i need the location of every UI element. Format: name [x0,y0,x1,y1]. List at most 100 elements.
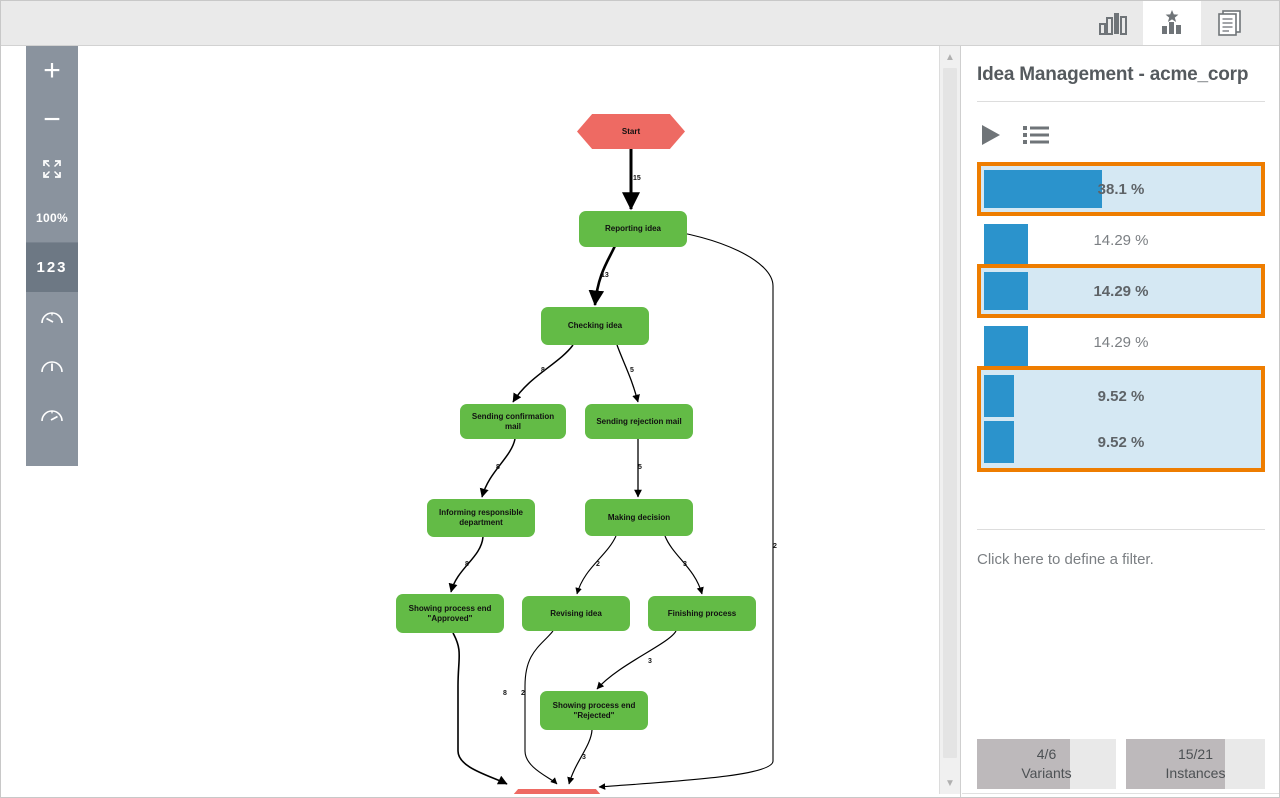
node-label: Reporting idea [604,224,661,233]
node-finishing-process[interactable]: Finishing process [648,596,756,631]
fit-screen-icon [43,159,61,178]
variant-group[interactable]: 14.29 % [977,318,1265,366]
canvas-bottom-strip [79,794,939,797]
instances-stat-label: Instances [1165,764,1226,781]
scroll-down-icon[interactable]: ▼ [940,774,960,792]
node-checking-idea[interactable]: Checking idea [541,307,649,345]
process-model-diagram[interactable]: Start Reporting idea Checking idea Sendi… [79,46,939,795]
variant-group-selected[interactable]: 9.52 % 9.52 % [977,366,1265,472]
plus-icon: + [43,53,61,87]
canvas-vertical-scrollbar[interactable]: ▲ ▼ [939,46,960,794]
play-button[interactable] [977,122,1003,153]
variant-group-selected[interactable]: 38.1 % [977,162,1265,216]
node-reporting-idea[interactable]: Reporting idea [579,211,687,247]
variant-row[interactable]: 38.1 % [984,169,1258,209]
variants-stat-text: 4/6 Variants [977,745,1116,783]
variants-stat-label: Variants [1021,764,1072,781]
variant-row[interactable]: 9.52 % [984,419,1258,465]
node-informing-responsible-department[interactable]: Informing responsible department [427,499,535,537]
variant-row[interactable]: 14.29 % [984,271,1258,311]
gauge-high-icon [41,409,63,421]
panel-bottom-divider [962,793,1279,794]
tab-variants[interactable] [1143,1,1201,45]
list-icon [1023,126,1049,144]
stats-row: 4/6 Variants 15/21 Instances [977,739,1265,789]
edge-count: 15 [633,175,641,182]
zoom-in-button[interactable]: + [26,46,78,95]
edge-count: 13 [601,272,609,279]
edge-count: 8 [496,464,500,471]
scroll-up-icon[interactable]: ▲ [940,48,960,66]
edge-count: 3 [648,658,652,665]
variant-percent: 14.29 % [1093,282,1149,300]
minus-icon: − [43,102,61,136]
edge-count: 5 [638,464,642,471]
edge-count: 2 [596,561,600,568]
cases-documents-icon [1218,10,1241,36]
node-label: Start [621,127,641,136]
instances-stat-text: 15/21 Instances [1126,745,1265,783]
filter-divider [977,529,1265,530]
node-making-decision[interactable]: Making decision [585,499,693,536]
variants-stat-box[interactable]: 4/6 Variants [977,739,1116,789]
node-sending-rejection-mail[interactable]: Sending rejection mail [585,404,693,439]
tab-overview[interactable] [1084,1,1142,45]
node-showing-process-end-approved[interactable]: Showing process end "Approved" [396,594,504,633]
gauge-mid-icon [41,360,63,372]
panel-divider [977,101,1265,102]
edge-count: 8 [541,367,545,374]
node-showing-process-end-rejected[interactable]: Showing process end "Rejected" [540,691,648,730]
node-label: Showing process end "Approved" [408,603,492,623]
variants-panel: Idea Management - acme_corp 38.1 % 14.29… [962,46,1279,797]
page-title: Idea Management - acme_corp [977,64,1249,85]
gauge-high-button[interactable] [26,390,78,439]
fit-to-screen-button[interactable] [26,144,78,193]
node-label: Making decision [607,512,671,522]
zoom-out-button[interactable]: − [26,95,78,144]
variant-row[interactable]: 14.29 % [984,322,1258,366]
node-label: Showing process end "Rejected" [552,700,636,720]
variant-row[interactable]: 14.29 % [984,220,1258,264]
node-label: Revising idea [550,608,602,618]
zoom-level-label: 100% [36,210,68,225]
play-icon [982,125,1000,145]
instances-stat-box[interactable]: 15/21 Instances [1126,739,1265,789]
variant-group-selected[interactable]: 14.29 % [977,264,1265,318]
top-toolbar [1,1,1279,46]
variant-percent: 14.29 % [1093,333,1149,351]
variant-list: 38.1 % 14.29 % 14.29 % 14.29 % 9.52 % 9.… [977,162,1265,472]
variant-list-button[interactable] [1023,124,1049,151]
variants-stat-value: 4/6 [1036,746,1057,762]
node-label: Sending rejection mail [596,416,682,426]
edge-count: 3 [683,561,687,568]
application-window: + − 100% 123 Start Reporting idea Checki… [0,0,1280,798]
variant-percent: 9.52 % [1097,387,1145,405]
variant-group[interactable]: 14.29 % [977,216,1265,264]
show-numbers-toggle[interactable]: 123 [26,243,78,292]
canvas-toolbar: + − 100% 123 [26,46,78,466]
variant-percent: 9.52 % [1097,433,1145,451]
edge-count: 2 [521,690,525,697]
filter-hint[interactable]: Click here to define a filter. [977,551,1154,568]
edge-count: 8 [465,561,469,568]
numbers-icon: 123 [36,259,68,276]
node-sending-confirmation-mail[interactable]: Sending confirmation mail [460,404,566,439]
scrollbar-thumb[interactable] [943,68,957,758]
variant-percent: 38.1 % [1097,180,1145,198]
edge-count: 3 [582,754,586,761]
gauge-mid-button[interactable] [26,341,78,390]
variant-row[interactable]: 9.52 % [984,373,1258,419]
tab-cases[interactable] [1201,1,1259,45]
zoom-level-button[interactable]: 100% [26,193,78,242]
edge-count: 8 [503,690,507,697]
diagram-canvas-area: + − 100% 123 Start Reporting idea Checki… [1,46,961,797]
variant-percent: 14.29 % [1093,231,1149,249]
panel-actions [977,122,1049,153]
node-revising-idea[interactable]: Revising idea [522,596,630,631]
gauge-low-button[interactable] [26,292,78,341]
edge-count: 2 [773,543,777,550]
node-label: Finishing process [667,608,737,618]
gauge-low-icon [41,311,63,323]
instances-stat-value: 15/21 [1177,746,1214,762]
node-start[interactable]: Start [577,114,685,149]
